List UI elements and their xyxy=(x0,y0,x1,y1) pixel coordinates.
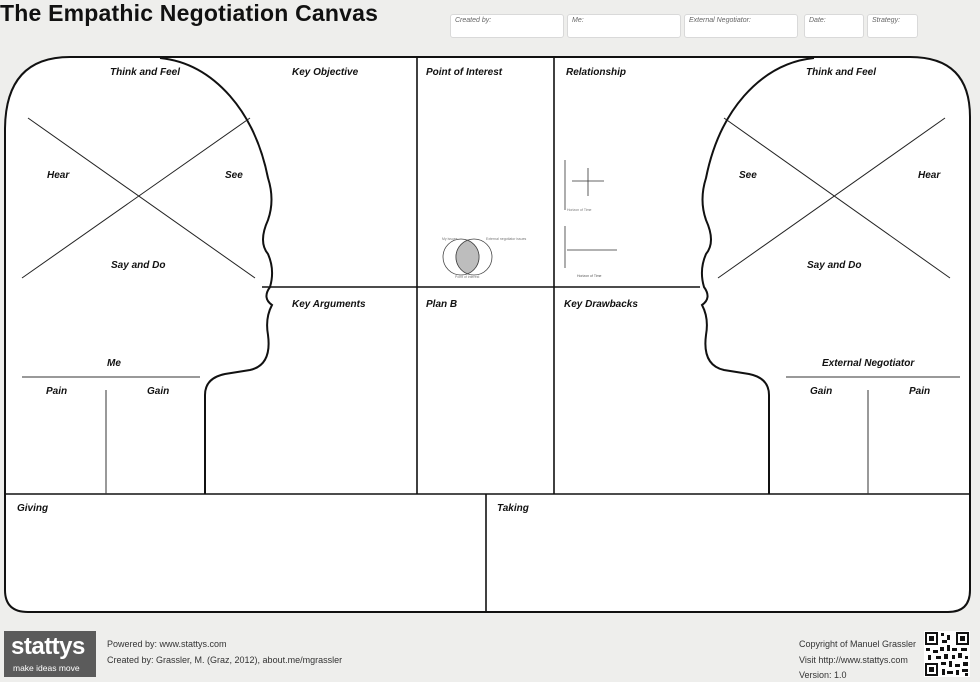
stattys-logo: stattys make ideas move xyxy=(4,631,96,677)
line-chart-x-axis-label: Horizon of Time xyxy=(577,274,602,278)
relationship-label: Relationship xyxy=(566,67,627,78)
key-objective-label: Key Objective xyxy=(292,67,359,78)
left-say-do-label: Say and Do xyxy=(111,260,166,271)
me-label: Me xyxy=(107,358,121,369)
left-gain-label: Gain xyxy=(147,386,170,397)
quadrant-x-axis-label: Horizon of Time xyxy=(567,208,592,212)
venn-right-label: External negotiator issues xyxy=(486,237,527,241)
right-say-do-label: Say and Do xyxy=(807,260,862,271)
taking-label: Taking xyxy=(497,503,529,514)
logo-wordmark: stattys xyxy=(11,633,85,660)
left-see-label: See xyxy=(225,170,243,181)
left-think-feel-label: Think and Feel xyxy=(110,67,181,78)
key-arguments-label: Key Arguments xyxy=(292,299,366,310)
point-of-interest-label: Point of Interest xyxy=(426,67,503,78)
canvas-board: Horizon of Time Horizon of Time My issue… xyxy=(4,56,971,613)
copyright-text: Copyright of Manuel Grassler xyxy=(799,639,917,649)
logo-tagline: make ideas move xyxy=(13,663,80,673)
powered-by-text: Powered by: www.stattys.com xyxy=(107,639,227,649)
right-see-label: See xyxy=(739,170,757,181)
right-gain-label: Gain xyxy=(810,386,833,397)
key-drawbacks-label: Key Drawbacks xyxy=(564,299,638,310)
venn-left-label: My issues xyxy=(442,237,458,241)
qr-code-icon xyxy=(924,631,970,677)
canvas-outline xyxy=(4,56,971,613)
venn-bottom-label: Point of interest xyxy=(455,275,479,279)
right-think-feel-label: Think and Feel xyxy=(806,67,877,78)
right-pain-label: Pain xyxy=(909,386,931,397)
version-text: Version: 1.0 xyxy=(799,670,847,680)
right-hear-label: Hear xyxy=(918,170,941,181)
giving-label: Giving xyxy=(17,503,49,514)
external-negotiator-label: External Negotiator xyxy=(822,358,915,369)
visit-text: Visit http://www.stattys.com xyxy=(799,655,908,665)
plan-b-label: Plan B xyxy=(426,299,458,310)
left-pain-label: Pain xyxy=(46,386,68,397)
left-hear-label: Hear xyxy=(47,170,70,181)
created-by-text: Created by: Grassler, M. (Graz, 2012), a… xyxy=(107,655,343,665)
